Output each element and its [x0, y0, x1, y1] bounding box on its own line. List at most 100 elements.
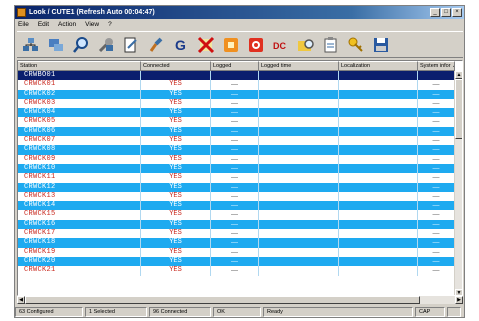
status-empty: [447, 306, 461, 317]
logged-cell: —: [211, 80, 259, 90]
menu-action[interactable]: Action: [58, 21, 76, 28]
localization-cell: [339, 98, 418, 109]
col-station[interactable]: Station: [18, 61, 141, 71]
table-row[interactable]: CRWCK06 YES — —: [18, 126, 455, 137]
table-row[interactable]: CRWCK09 YES — —: [18, 154, 455, 164]
logged-cell: —: [211, 182, 259, 192]
stations-table: Station Connected Logged Logged time Loc…: [17, 60, 463, 296]
save-disk-icon[interactable]: [371, 35, 391, 55]
table-row[interactable]: CRWCK17 YES — —: [18, 229, 455, 239]
col-system-info[interactable]: System infor ▲: [418, 61, 455, 71]
localization-cell: [339, 117, 418, 127]
vertical-scroll-thumb[interactable]: [455, 79, 462, 139]
table-row[interactable]: CRWCK12 YES — —: [18, 182, 455, 192]
station-cell: CRWCK19: [18, 247, 141, 257]
table-row[interactable]: CRWCK19 YES — —: [18, 247, 455, 257]
clipboard-icon[interactable]: [321, 35, 341, 55]
window-title: Look / CUTE1 (Refresh Auto 00:04:47): [29, 9, 155, 16]
dc-icon[interactable]: DC: [271, 35, 291, 55]
logged-cell: —: [211, 191, 259, 202]
col-localization[interactable]: Localization: [339, 61, 418, 71]
logged-time-cell: [259, 71, 339, 81]
logged-time-cell: [259, 98, 339, 109]
refresh-g-icon[interactable]: G: [171, 35, 191, 55]
logged-cell: —: [211, 108, 259, 118]
menu-help[interactable]: ?: [108, 21, 112, 28]
network-stations-icon[interactable]: [21, 35, 41, 55]
col-logged[interactable]: Logged: [211, 61, 259, 71]
logged-time-cell: [259, 210, 339, 220]
system-info-cell: —: [418, 238, 455, 248]
col-connected[interactable]: Connected: [141, 61, 211, 71]
connected-cell: YES: [141, 256, 211, 267]
system-info-cell: —: [418, 136, 455, 146]
connected-cell: YES: [141, 182, 211, 192]
table-row[interactable]: CRWCK04 YES — —: [18, 108, 455, 118]
status-selected: 1 Selected: [85, 306, 147, 317]
table-row[interactable]: CRWCK05 YES — —: [18, 117, 455, 127]
table-row[interactable]: CRWCK01 YES — —: [18, 80, 455, 90]
tools-icon[interactable]: [96, 35, 116, 55]
col-logged-time[interactable]: Logged time: [259, 61, 339, 71]
connect-icon[interactable]: [46, 35, 66, 55]
table-row[interactable]: CRWBO01: [18, 71, 455, 81]
system-info-cell: —: [418, 256, 455, 267]
table-row[interactable]: CRWCK14 YES — —: [18, 201, 455, 211]
system-info-cell: —: [418, 247, 455, 257]
logged-time-cell: [259, 219, 339, 230]
table-row[interactable]: CRWCK02 YES — —: [18, 89, 455, 99]
table-body: CRWBO01 CRWCK01 YES — — CRWCK02 YES — — CRWCK03 YE…: [18, 71, 455, 295]
key-icon[interactable]: [346, 35, 366, 55]
logged-cell: —: [211, 238, 259, 248]
table-row[interactable]: CRWCK03 YES — —: [18, 98, 455, 109]
table-row[interactable]: CRWCK16 YES — —: [18, 219, 455, 230]
title-bar[interactable]: Look / CUTE1 (Refresh Auto 00:04:47) _ □…: [15, 6, 464, 19]
red-stop-icon[interactable]: [246, 35, 266, 55]
brush-icon[interactable]: [146, 35, 166, 55]
close-button[interactable]: ×: [452, 8, 462, 17]
horizontal-scrollbar[interactable]: ◀ ▶: [17, 296, 463, 304]
table-row[interactable]: CRWCK10 YES — —: [18, 163, 455, 174]
connected-cell: YES: [141, 136, 211, 146]
localization-cell: [339, 136, 418, 146]
station-cell: CRWCK06: [18, 126, 141, 137]
logged-time-cell: [259, 256, 339, 267]
logged-time-cell: [259, 229, 339, 239]
horizontal-scroll-thumb[interactable]: [25, 296, 420, 304]
station-cell: CRWCK11: [18, 173, 141, 183]
table-row[interactable]: CRWCK20 YES — —: [18, 256, 455, 267]
search-icon[interactable]: [71, 35, 91, 55]
table-row[interactable]: CRWCK08 YES — —: [18, 145, 455, 155]
scroll-down-icon[interactable]: ▼: [455, 289, 462, 295]
scroll-right-icon[interactable]: ▶: [455, 296, 463, 304]
table-row[interactable]: CRWCK18 YES — —: [18, 238, 455, 248]
delete-x-icon[interactable]: [196, 35, 216, 55]
col-system-info-label: System infor: [420, 63, 451, 69]
localization-cell: [339, 126, 418, 137]
scroll-up-icon[interactable]: ▲: [455, 71, 462, 79]
system-info-cell: —: [418, 173, 455, 183]
menu-view[interactable]: View: [85, 21, 99, 28]
scroll-left-icon[interactable]: ◀: [17, 296, 25, 304]
svg-text:DC: DC: [273, 41, 286, 51]
table-row[interactable]: CRWCK13 YES — —: [18, 191, 455, 202]
folder-search-icon[interactable]: [296, 35, 316, 55]
vertical-scrollbar[interactable]: ▲ ▼: [454, 71, 462, 295]
system-info-cell: —: [418, 229, 455, 239]
minimize-button[interactable]: _: [430, 8, 440, 17]
orange-square-icon[interactable]: [221, 35, 241, 55]
table-row[interactable]: CRWCK15 YES — —: [18, 210, 455, 220]
localization-cell: [339, 145, 418, 155]
menu-file[interactable]: Eile: [18, 21, 29, 28]
station-cell: CRWCK07: [18, 136, 141, 146]
system-info-cell: —: [418, 108, 455, 118]
localization-cell: [339, 71, 418, 81]
table-row[interactable]: CRWCK21 YES — —: [18, 266, 455, 276]
menu-edit[interactable]: Edit: [38, 21, 49, 28]
connected-cell: YES: [141, 201, 211, 211]
document-edit-icon[interactable]: [121, 35, 141, 55]
table-row[interactable]: CRWCK07 YES — —: [18, 136, 455, 146]
table-row[interactable]: CRWCK11 YES — —: [18, 173, 455, 183]
maximize-button[interactable]: □: [441, 8, 451, 17]
system-info-cell: —: [418, 80, 455, 90]
